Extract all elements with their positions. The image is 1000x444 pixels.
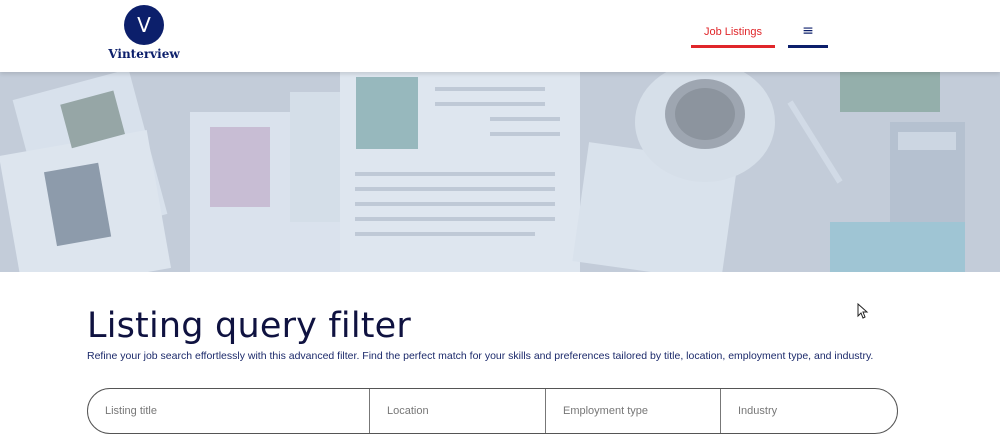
mouse-cursor-icon <box>857 303 869 319</box>
listing-title-input[interactable] <box>88 389 370 433</box>
industry-input[interactable] <box>721 389 897 433</box>
hero-overlay <box>0 72 1000 272</box>
nav-job-listings-link[interactable]: Job Listings <box>691 22 775 48</box>
site-header: V Vinterview Job Listings ≡ <box>0 0 1000 72</box>
hamburger-menu-icon: ≡ <box>802 23 814 39</box>
listing-filter-bar <box>87 388 898 434</box>
page-title: Listing query filter <box>87 306 412 346</box>
brand-name[interactable]: Vinterview <box>104 47 184 61</box>
page-description: Refine your job search effortlessly with… <box>87 350 874 362</box>
logo-icon[interactable]: V <box>124 5 164 45</box>
logo-letter: V <box>137 13 151 37</box>
hero-banner <box>0 72 1000 272</box>
menu-button[interactable]: ≡ <box>788 22 828 48</box>
location-input[interactable] <box>370 389 546 433</box>
employment-type-input[interactable] <box>546 389 721 433</box>
